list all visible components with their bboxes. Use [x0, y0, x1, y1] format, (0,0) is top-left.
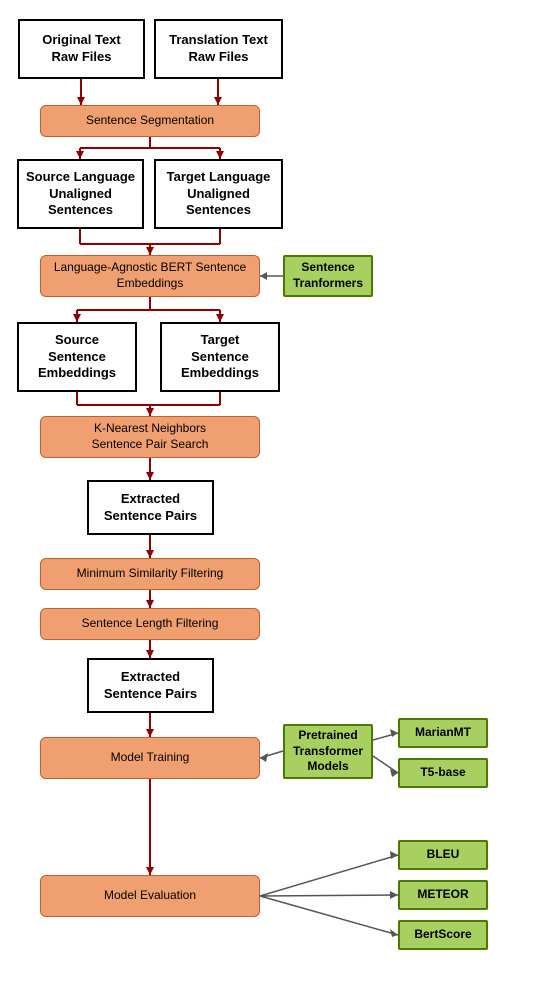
- original-text-box: Original Text Raw Files: [18, 19, 145, 79]
- source-language-box: Source Language Unaligned Sentences: [17, 159, 144, 229]
- sentence-transformers-box: Sentence Tranformers: [283, 255, 373, 297]
- meteor-box: METEOR: [398, 880, 488, 910]
- extracted-pairs-1-box: Extracted Sentence Pairs: [87, 480, 214, 535]
- sentence-segmentation-box: Sentence Segmentation: [40, 105, 260, 137]
- pretrained-models-box: Pretrained Transformer Models: [283, 724, 373, 779]
- diagram: Original Text Raw Files Translation Text…: [0, 0, 543, 982]
- translation-text-box: Translation Text Raw Files: [154, 19, 283, 79]
- bert-embeddings-box: Language-Agnostic BERT Sentence Embeddin…: [40, 255, 260, 297]
- target-language-box: Target Language Unaligned Sentences: [154, 159, 283, 229]
- min-similarity-box: Minimum Similarity Filtering: [40, 558, 260, 590]
- knn-search-box: K-Nearest Neighbors Sentence Pair Search: [40, 416, 260, 458]
- t5-base-box: T5-base: [398, 758, 488, 788]
- target-embeddings-box: Target Sentence Embeddings: [160, 322, 280, 392]
- source-embeddings-box: Source Sentence Embeddings: [17, 322, 137, 392]
- model-training-box: Model Training: [40, 737, 260, 779]
- arrows-svg: [0, 0, 543, 982]
- model-evaluation-box: Model Evaluation: [40, 875, 260, 917]
- bleu-box: BLEU: [398, 840, 488, 870]
- marianmt-box: MarianMT: [398, 718, 488, 748]
- bertscore-box: BertScore: [398, 920, 488, 950]
- extracted-pairs-2-box: Extracted Sentence Pairs: [87, 658, 214, 713]
- sentence-length-box: Sentence Length Filtering: [40, 608, 260, 640]
